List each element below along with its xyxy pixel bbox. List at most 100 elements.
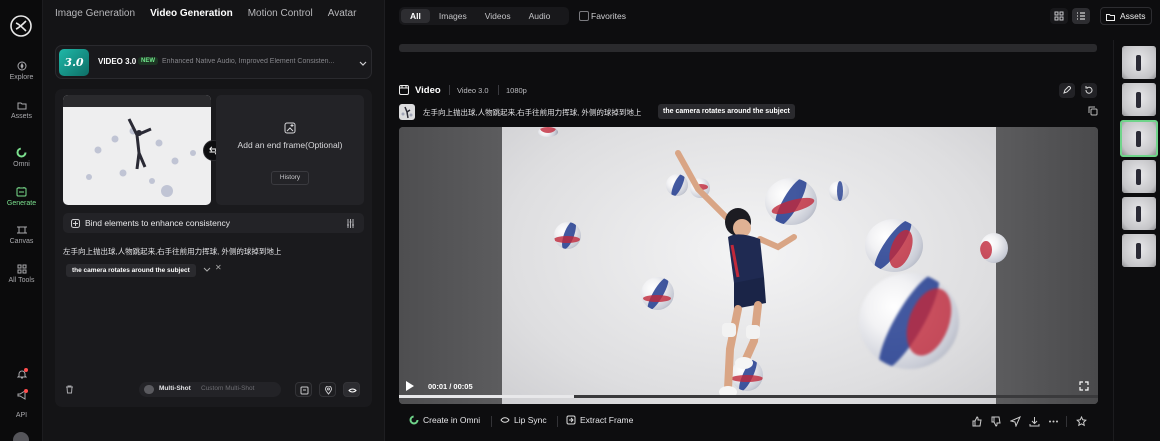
more-icon[interactable]	[1048, 416, 1059, 427]
custom-multi-shot-label[interactable]: Custom Multi-Shot	[201, 385, 254, 392]
thumbs-down-icon[interactable]	[991, 416, 1002, 427]
history-thumbnail[interactable]	[1122, 197, 1156, 230]
notification-dot	[24, 368, 28, 372]
toggle-switch[interactable]	[144, 385, 154, 394]
video-frame	[502, 127, 1008, 404]
divider	[498, 85, 499, 95]
history-thumbnail-selected[interactable]	[1120, 120, 1158, 157]
extract-frame-button[interactable]: Extract Frame	[566, 415, 633, 425]
trash-icon[interactable]	[65, 385, 74, 394]
multi-shot-label: Multi-Shot	[159, 385, 191, 392]
assets-label: Assets	[1120, 11, 1146, 21]
playback-progress-bar[interactable]	[399, 395, 1098, 398]
generate-button[interactable]	[343, 382, 360, 397]
rail-item-assets[interactable]: Assets	[0, 100, 43, 120]
history-thumbnail[interactable]	[1122, 234, 1156, 267]
playback-time: 00:01 / 00:05	[428, 382, 473, 391]
copy-icon[interactable]	[1088, 106, 1098, 116]
download-icon[interactable]	[1029, 416, 1040, 427]
announcements-button[interactable]	[0, 390, 43, 403]
list-view-button[interactable]	[1072, 8, 1090, 24]
new-badge: NEW	[138, 57, 158, 65]
rail-item-explore[interactable]: Explore	[0, 61, 43, 81]
create-in-omni-button[interactable]: Create in Omni	[409, 415, 480, 425]
bind-elements-bar[interactable]: Bind elements to enhance consistency	[63, 213, 364, 233]
video-player[interactable]: 00:01 / 00:05	[399, 127, 1098, 404]
rail-item-api[interactable]: API	[0, 412, 43, 419]
rail-item-all-tools[interactable]: All Tools	[0, 264, 43, 284]
assets-button[interactable]: Assets	[1100, 7, 1152, 25]
multi-shot-toggle[interactable]: Multi-Shot Custom Multi-Shot	[139, 382, 281, 397]
tab-motion-control[interactable]: Motion Control	[248, 8, 313, 22]
history-thumbnail[interactable]	[1122, 160, 1156, 193]
favorites-checkbox[interactable]: Favorites	[579, 11, 626, 21]
omni-icon	[409, 415, 419, 425]
lip-sync-button[interactable]: Lip Sync	[500, 415, 547, 425]
model-description: Enhanced Native Audio, Improved Element …	[162, 58, 335, 65]
notifications-button[interactable]	[0, 369, 43, 382]
filter-videos[interactable]: Videos	[476, 9, 520, 23]
lip-sync-label: Lip Sync	[514, 415, 547, 425]
start-frame-image[interactable]	[63, 95, 211, 205]
regenerate-button[interactable]	[1081, 83, 1097, 98]
prompt-text[interactable]: 左手向上抛出球,人物跳起来,右手往前用力挥球, 外侧的球掉到地上	[63, 246, 281, 257]
end-frame-slot[interactable]: Add an end frame(Optional) History	[216, 95, 364, 205]
model-badge: 3.0	[59, 49, 89, 76]
history-thumbnails	[1113, 40, 1160, 441]
share-icon[interactable]	[1010, 416, 1021, 427]
aspect-ratio-icon	[300, 386, 309, 395]
generation-panel: Image Generation Video Generation Motion…	[43, 0, 385, 441]
location-button[interactable]	[319, 382, 336, 397]
edit-button[interactable]	[1059, 83, 1075, 98]
fullscreen-icon[interactable]	[1079, 381, 1089, 391]
aspect-ratio-button[interactable]	[295, 382, 312, 397]
thumbnail-figure	[1136, 206, 1141, 222]
play-icon[interactable]	[405, 381, 414, 391]
rail-label-generate: Generate	[6, 200, 37, 207]
history-thumbnail[interactable]	[1122, 83, 1156, 116]
letterbox-left	[399, 127, 502, 404]
thumbnail-figure	[1136, 243, 1141, 259]
thumbnail-figure	[1136, 169, 1141, 185]
omni-icon	[16, 147, 27, 158]
extract-frame-label: Extract Frame	[580, 415, 634, 425]
history-button[interactable]: History	[271, 171, 309, 185]
filter-images[interactable]: Images	[430, 9, 476, 23]
compass-icon	[17, 61, 26, 71]
rail-item-canvas[interactable]: Canvas	[0, 225, 43, 245]
model-selector[interactable]: 3.0 VIDEO 3.0 NEW Enhanced Native Audio,…	[55, 45, 372, 79]
rail-item-omni[interactable]: Omni	[0, 147, 43, 168]
divider	[449, 85, 450, 95]
folder-icon	[1106, 14, 1115, 21]
thumbnail-figure	[1136, 131, 1141, 147]
thumbs-up-icon[interactable]	[972, 416, 983, 427]
grid-view-button[interactable]	[1050, 8, 1068, 24]
rail-label-assets: Assets	[10, 113, 32, 120]
video-resolution: 1080p	[506, 86, 527, 95]
add-image-icon	[284, 122, 296, 134]
tab-image-generation[interactable]: Image Generation	[55, 8, 135, 22]
filter-audio[interactable]: Audio	[520, 9, 560, 23]
folder-icon	[17, 102, 26, 110]
settings-sliders-icon[interactable]	[346, 219, 355, 228]
sparkle-icon	[348, 388, 357, 393]
camera-tag[interactable]: the camera rotates around the subject	[66, 264, 196, 277]
pencil-icon	[1063, 86, 1071, 94]
reference-thumbnail[interactable]	[399, 104, 415, 120]
filter-all[interactable]: All	[401, 9, 430, 23]
remove-tag-icon[interactable]: ✕	[215, 263, 222, 272]
start-frame-art	[86, 118, 196, 197]
thumbnail-figure	[1136, 55, 1141, 71]
chevron-down-icon[interactable]	[203, 265, 211, 273]
divider	[557, 416, 558, 427]
tab-avatar[interactable]: Avatar	[328, 8, 357, 22]
logo-icon[interactable]	[9, 14, 33, 38]
tab-video-generation[interactable]: Video Generation	[150, 8, 233, 22]
divider	[491, 416, 492, 427]
star-icon[interactable]	[1076, 416, 1087, 427]
avatar[interactable]	[13, 432, 29, 441]
rail-item-generate[interactable]: Generate	[0, 186, 43, 207]
reference-art	[401, 106, 413, 119]
lips-icon	[500, 417, 510, 423]
history-thumbnail[interactable]	[1122, 46, 1156, 79]
